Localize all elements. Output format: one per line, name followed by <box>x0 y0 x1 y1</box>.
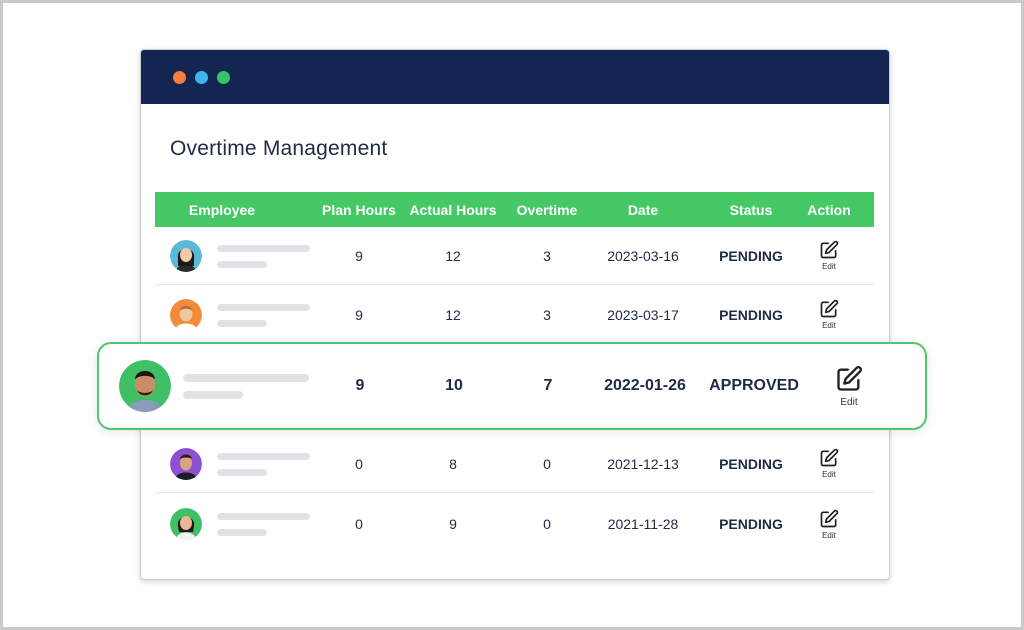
employee-avatar <box>170 240 202 272</box>
status-badge: PENDING <box>719 516 783 532</box>
edit-icon <box>820 448 839 467</box>
edit-button[interactable]: Edit <box>829 344 869 428</box>
edit-label: Edit <box>840 396 858 408</box>
window-minimize-dot[interactable] <box>195 71 208 84</box>
table-row: 0 9 0 2021-11-28 PENDING Edit <box>155 495 874 553</box>
employee-avatar <box>119 360 171 412</box>
table-row: 9 12 3 2023-03-16 PENDING Edit <box>155 227 874 285</box>
employee-name-placeholder <box>217 304 310 311</box>
edit-label: Edit <box>822 262 836 271</box>
employee-role-placeholder <box>217 529 267 536</box>
edit-icon <box>837 365 862 391</box>
actual-hours: 10 <box>445 377 463 394</box>
header-status: Status <box>729 201 773 218</box>
edit-icon <box>820 509 839 527</box>
overtime-date: 2022-01-26 <box>604 377 686 394</box>
employee-name-placeholder <box>217 245 310 252</box>
app-window: Overtime Management Employee Plan Hours … <box>140 49 890 580</box>
status-badge: PENDING <box>719 247 783 264</box>
highlighted-table-row[interactable]: 9 10 7 2022-01-26 APPROVED Edit <box>97 342 927 430</box>
header-date: Date <box>627 201 659 218</box>
window-maximize-dot[interactable] <box>217 71 230 84</box>
status-badge: PENDING <box>719 306 783 323</box>
employee-name-placeholder <box>217 513 310 520</box>
employee-role-placeholder <box>217 469 267 476</box>
employee-role-placeholder <box>217 320 267 327</box>
employee-name-placeholder <box>217 453 310 460</box>
employee-name-placeholder <box>183 374 309 382</box>
edit-label: Edit <box>822 470 836 479</box>
table-header: Employee Plan Hours Actual Hours Overtim… <box>155 192 874 227</box>
table-row: 0 8 0 2021-12-13 PENDING Edit <box>155 435 874 493</box>
table-row: 9 12 3 2023-03-17 PENDING Edit <box>155 286 874 344</box>
employee-avatar <box>170 299 202 331</box>
status-badge: PENDING <box>719 455 783 472</box>
overtime-date: 2021-11-28 <box>607 516 679 532</box>
employee-avatar <box>170 448 202 480</box>
edit-button[interactable]: Edit <box>809 435 849 492</box>
edit-label: Edit <box>822 321 836 330</box>
employee-role-placeholder <box>217 261 267 268</box>
edit-button[interactable]: Edit <box>809 286 849 343</box>
overtime-date: 2023-03-16 <box>607 247 679 264</box>
edit-button[interactable]: Edit <box>809 227 849 284</box>
plan-hours: 9 <box>355 377 365 394</box>
header-employee: Employee <box>188 201 256 218</box>
overtime-date: 2021-12-13 <box>607 455 679 472</box>
overtime-hours: 7 <box>543 377 553 394</box>
edit-icon <box>820 240 839 259</box>
window-close-dot[interactable] <box>173 71 186 84</box>
employee-role-placeholder <box>183 391 243 399</box>
edit-button[interactable]: Edit <box>809 495 849 553</box>
edit-label: Edit <box>822 530 836 540</box>
header-action: Action <box>807 201 851 218</box>
edit-icon <box>820 299 839 318</box>
window-titlebar <box>141 50 889 104</box>
overtime-date: 2023-03-17 <box>607 306 679 323</box>
page-title: Overtime Management <box>170 137 388 160</box>
status-badge: APPROVED <box>709 377 799 394</box>
employee-avatar <box>170 508 202 540</box>
